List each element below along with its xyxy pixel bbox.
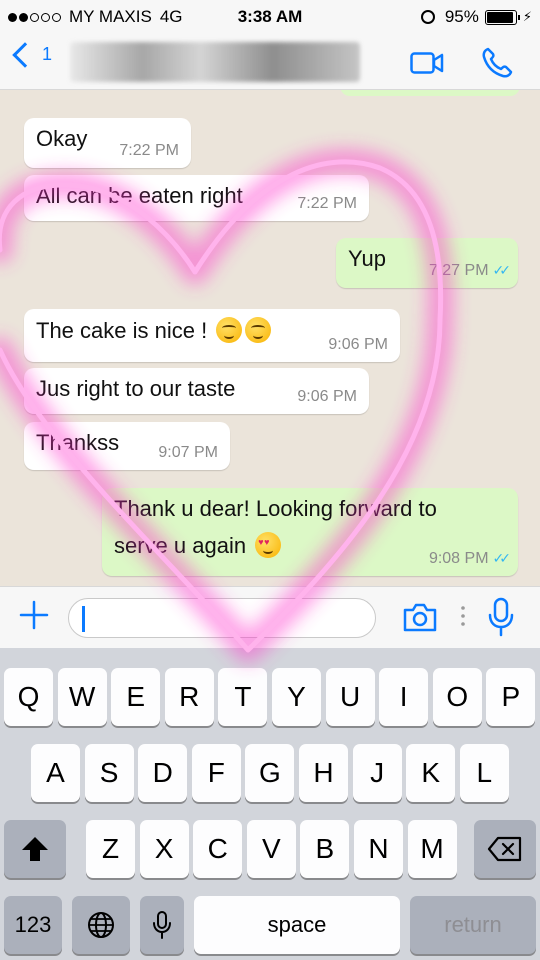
key-r[interactable]: R bbox=[164, 668, 214, 726]
message-input-bar bbox=[0, 586, 540, 648]
phone-call-icon[interactable] bbox=[480, 46, 514, 80]
key-d[interactable]: D bbox=[138, 744, 188, 802]
message-time: 9:07 PM bbox=[158, 444, 218, 461]
double-check-icon: ✓✓ bbox=[492, 550, 512, 566]
message-text: Jus right to our taste bbox=[36, 376, 236, 401]
message-bubble-outgoing[interactable]: Yup 7:27 PM ✓✓ bbox=[336, 238, 518, 288]
message-bubble-outgoing[interactable]: Thank u dear! Looking forward to serve u… bbox=[102, 488, 518, 576]
message-text-line2: serve u again bbox=[114, 533, 247, 558]
back-button[interactable]: 1 bbox=[8, 41, 53, 68]
battery-percent: 95% bbox=[444, 7, 479, 26]
key-l[interactable]: L bbox=[459, 744, 509, 802]
signal-strength-icon bbox=[8, 12, 63, 22]
alarm-icon bbox=[420, 10, 435, 24]
contact-name-redacted[interactable] bbox=[70, 42, 360, 82]
charging-icon: ⚡ bbox=[522, 9, 532, 24]
key-s[interactable]: S bbox=[84, 744, 134, 802]
key-h[interactable]: H bbox=[299, 744, 348, 802]
key-c[interactable]: C bbox=[193, 820, 243, 878]
globe-key[interactable] bbox=[72, 896, 130, 954]
heart-eyes-emoji-icon bbox=[255, 532, 282, 558]
key-t[interactable]: T bbox=[218, 668, 268, 726]
battery-fill bbox=[486, 11, 514, 23]
globe-icon bbox=[88, 912, 114, 938]
back-unread-count: 1 bbox=[42, 44, 53, 64]
key-i[interactable]: I bbox=[379, 668, 429, 726]
savoring-food-emoji-icon bbox=[245, 317, 272, 343]
chevron-left-icon bbox=[12, 41, 38, 68]
microphone-icon[interactable] bbox=[486, 597, 516, 637]
key-q[interactable]: Q bbox=[4, 668, 53, 726]
key-j[interactable]: J bbox=[352, 744, 402, 802]
message-time: 7:22 PM bbox=[119, 142, 179, 159]
chat-area[interactable]: Okay 7:22 PM All can be eaten right 7:22… bbox=[0, 90, 540, 586]
message-bubble-incoming[interactable]: Jus right to our taste 9:06 PM bbox=[24, 368, 369, 414]
status-left: MY MAXIS 4G bbox=[8, 7, 183, 27]
keyboard: QWERTYUIOP ASDFGHJKL ZXCVBNM 123 space r… bbox=[0, 648, 540, 960]
status-right: 95% ⚡ bbox=[420, 7, 532, 27]
key-k[interactable]: K bbox=[406, 744, 456, 802]
message-text: Yup bbox=[348, 246, 386, 271]
backspace-icon bbox=[487, 836, 522, 862]
message-bubble-incoming[interactable]: The cake is nice ! 9:06 PM bbox=[24, 309, 400, 362]
key-p[interactable]: P bbox=[486, 668, 536, 726]
key-u[interactable]: U bbox=[325, 668, 375, 726]
message-meta: 9:08 PM ✓✓ bbox=[428, 550, 512, 568]
shift-key[interactable] bbox=[4, 820, 66, 878]
message-line: The cake is nice ! bbox=[36, 317, 272, 344]
return-key[interactable]: return bbox=[410, 896, 536, 954]
message-line2: serve u again bbox=[114, 532, 282, 559]
message-time: 9:08 PM bbox=[428, 550, 489, 567]
message-input[interactable] bbox=[68, 598, 376, 638]
message-bubble-incoming[interactable]: All can be eaten right 7:22 PM bbox=[24, 175, 369, 221]
network-type: 4G bbox=[159, 7, 183, 26]
dictation-key[interactable] bbox=[140, 896, 184, 954]
carrier-name: MY MAXIS bbox=[69, 7, 152, 26]
key-g[interactable]: G bbox=[245, 744, 295, 802]
key-e[interactable]: E bbox=[111, 668, 161, 726]
key-o[interactable]: O bbox=[432, 668, 482, 726]
message-time: 9:06 PM bbox=[328, 336, 388, 353]
key-b[interactable]: B bbox=[300, 820, 350, 878]
video-call-icon[interactable] bbox=[410, 52, 444, 74]
key-w[interactable]: W bbox=[57, 668, 107, 726]
plus-icon[interactable] bbox=[18, 599, 50, 631]
message-time: 9:06 PM bbox=[297, 388, 357, 405]
message-time: 7:27 PM bbox=[428, 262, 489, 279]
battery-icon bbox=[484, 9, 520, 25]
message-meta: 7:27 PM ✓✓ bbox=[428, 262, 512, 280]
key-m[interactable]: M bbox=[407, 820, 457, 878]
space-key[interactable]: space bbox=[194, 896, 400, 954]
message-time: 7:22 PM bbox=[297, 195, 357, 212]
message-bubble-incoming[interactable]: Thankss 9:07 PM bbox=[24, 422, 230, 470]
key-a[interactable]: A bbox=[31, 744, 80, 802]
key-f[interactable]: F bbox=[191, 744, 241, 802]
key-v[interactable]: V bbox=[246, 820, 296, 878]
backspace-key[interactable] bbox=[474, 820, 536, 878]
message-text: Okay bbox=[36, 126, 88, 151]
text-caret bbox=[82, 606, 85, 632]
double-check-icon: ✓✓ bbox=[492, 262, 512, 278]
key-n[interactable]: N bbox=[354, 820, 403, 878]
shift-arrow-icon bbox=[22, 837, 48, 861]
status-bar: MY MAXIS 4G 3:38 AM 95% ⚡ bbox=[0, 0, 540, 34]
camera-icon[interactable] bbox=[402, 601, 438, 633]
chat-header: 1 bbox=[0, 34, 540, 90]
savoring-food-emoji-icon bbox=[216, 317, 243, 343]
key-z[interactable]: Z bbox=[86, 820, 135, 878]
message-text: Thankss bbox=[36, 430, 120, 455]
message-bubble-incoming[interactable]: Okay 7:22 PM bbox=[24, 118, 191, 168]
message-text: The cake is nice ! bbox=[36, 318, 208, 343]
message-text-line1: Thank u dear! Looking forward to bbox=[114, 496, 437, 521]
previous-message-bubble bbox=[340, 90, 520, 96]
message-text: All can be eaten right bbox=[36, 183, 243, 208]
numbers-key[interactable]: 123 bbox=[4, 896, 62, 954]
microphone-icon bbox=[153, 911, 171, 939]
key-y[interactable]: Y bbox=[272, 668, 321, 726]
more-dots-icon bbox=[461, 606, 465, 626]
key-x[interactable]: X bbox=[139, 820, 189, 878]
